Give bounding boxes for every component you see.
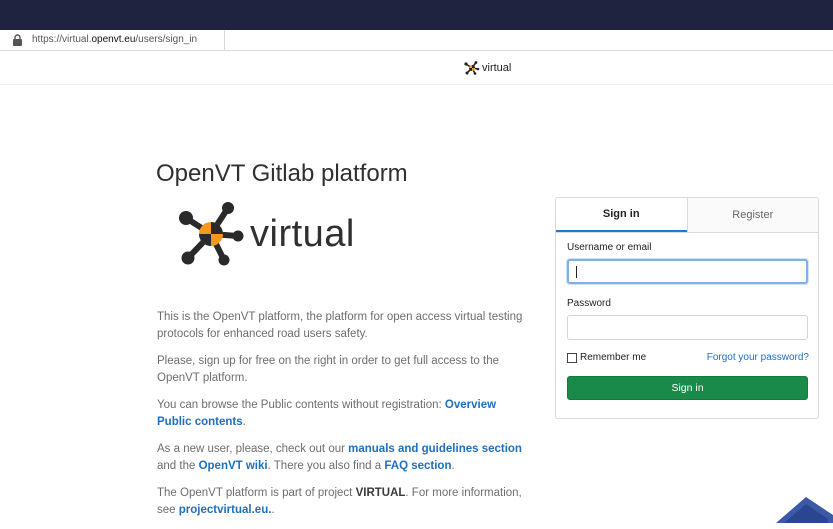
remember-me-checkbox[interactable] [567, 352, 577, 363]
username-input[interactable] [567, 259, 808, 284]
header-brand-text: virtual [482, 62, 512, 74]
virtual-logo-icon [464, 61, 480, 75]
url-path: /users/sign_in [135, 34, 198, 45]
p4-text-1: As a new user, please, check out our [157, 443, 349, 455]
username-label: Username or email [567, 242, 652, 253]
p3-text: You can browse the Public contents witho… [157, 399, 445, 411]
address-bar[interactable]: https://virtual.openvt.eu/users/sign_in [0, 30, 833, 51]
intro-paragraph-5: The OpenVT platform is part of project V… [157, 485, 529, 519]
sign-in-button[interactable]: Sign in [567, 376, 808, 400]
tab-sign-in[interactable]: Sign in [556, 198, 687, 232]
openvt-wiki-link[interactable]: OpenVT wiki [199, 460, 268, 472]
intro-paragraph-1: This is the OpenVT platform, the platfor… [157, 311, 523, 340]
remember-me-label: Remember me [580, 352, 647, 363]
main-logo-text: virtual [250, 212, 355, 255]
p5-strong: VIRTUAL [355, 487, 406, 499]
virtual-logo-large-icon [179, 202, 244, 266]
p3-end: . [242, 416, 246, 428]
text-caret [576, 266, 577, 278]
intro-paragraph-2: Please, sign up for free on the right in… [157, 355, 500, 384]
p5-text-1: The OpenVT platform is part of project [157, 487, 356, 499]
header-brand[interactable]: virtual [464, 61, 511, 75]
lock-icon [13, 34, 22, 46]
login-panel: Sign in Register Username or email Passw… [555, 197, 819, 419]
password-label: Password [567, 298, 611, 309]
password-input[interactable] [567, 315, 808, 340]
url-domain: openvt.eu [91, 34, 136, 45]
faq-section-link[interactable]: FAQ section [384, 460, 451, 472]
p5-end: . [271, 504, 275, 516]
intro-text: This is the OpenVT platform, the platfor… [157, 309, 529, 529]
remember-row: Remember me Forgot your password? [567, 352, 809, 363]
browser-title-bar [0, 0, 833, 30]
intro-paragraph-4: As a new user, please, check out our man… [157, 441, 529, 475]
intro-paragraph-3: You can browse the Public contents witho… [157, 397, 529, 431]
page-title: OpenVT Gitlab platform [156, 160, 408, 187]
manuals-guidelines-link[interactable]: manuals and guidelines section [348, 443, 522, 455]
login-form: Username or email Password Remember me F… [567, 242, 809, 400]
corner-decoration [776, 497, 833, 523]
p4-text-2: and the [157, 460, 199, 472]
forgot-password-link[interactable]: Forgot your password? [707, 352, 809, 363]
remember-me[interactable]: Remember me [567, 352, 646, 363]
address-divider [224, 30, 225, 50]
url-prefix: https://virtual. [32, 34, 92, 45]
p4-end: . [451, 460, 455, 472]
url-text[interactable]: https://virtual.openvt.eu/users/sign_in [32, 34, 197, 45]
p4-text-3: . There you also find a [267, 460, 385, 472]
main-logo: virtual [176, 200, 355, 268]
projectvirtual-link[interactable]: projectvirtual.eu. [179, 504, 272, 516]
tab-register[interactable]: Register [686, 198, 818, 232]
site-header: virtual [0, 52, 833, 85]
login-tabs: Sign in Register [556, 198, 818, 233]
